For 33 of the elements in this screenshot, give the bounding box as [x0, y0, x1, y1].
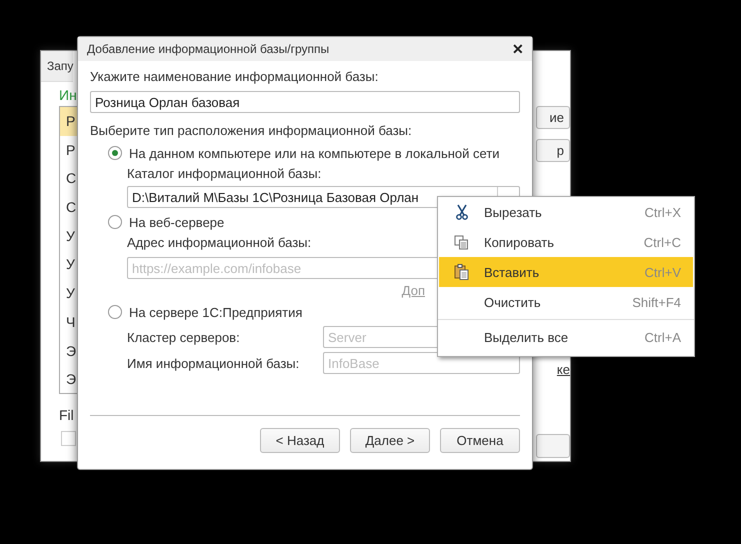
name-field[interactable]: Розница Орлан базовая [90, 91, 520, 113]
radio-button[interactable] [108, 146, 122, 160]
close-icon[interactable]: ✕ [512, 41, 524, 57]
radio-label: На сервере 1С:Предприятия [129, 304, 302, 320]
radio-button[interactable] [108, 215, 122, 229]
field-label: Адрес информационной базы: [127, 235, 312, 251]
copy-icon [454, 234, 469, 250]
input-field[interactable]: InfoBase [323, 352, 520, 374]
side-button[interactable] [536, 434, 570, 458]
checkbox[interactable] [61, 431, 76, 446]
dialog-button[interactable]: < Назад [260, 428, 340, 453]
field-label: Выберите тип расположения информационной базы: [90, 123, 412, 139]
dialog-title: Добавление информационной базы/группы [87, 42, 330, 56]
side-button[interactable]: р [536, 139, 570, 162]
side-button[interactable]: ие [536, 106, 570, 129]
field-label: Укажите наименование информационной базы: [90, 69, 378, 85]
window-title: Запу [41, 51, 74, 82]
footer-label: Fil [59, 407, 75, 423]
link[interactable]: ке [556, 362, 570, 377]
menu-item[interactable]: Вставить Ctrl+V [439, 257, 693, 287]
field-label: Каталог информационной базы: [127, 166, 322, 182]
paste-icon [454, 264, 469, 280]
radio-label: На данном компьютере или на компьютере в локальной сети [129, 146, 500, 160]
radio-label: На веб-сервере [129, 214, 224, 230]
menu-item[interactable]: Копировать Ctrl+C [439, 227, 693, 257]
section-heading: Ин [59, 87, 77, 103]
menu-item[interactable]: Очистить Shift+F4 [439, 287, 693, 317]
field-label: Имя информационной базы: [127, 356, 300, 370]
dialog-button[interactable]: Отмена [440, 428, 520, 453]
scissors-icon [454, 204, 468, 220]
field-label: Кластер серверов: [127, 330, 241, 344]
radio-button[interactable] [108, 305, 122, 319]
dialog-button[interactable]: Далее > [350, 428, 430, 453]
